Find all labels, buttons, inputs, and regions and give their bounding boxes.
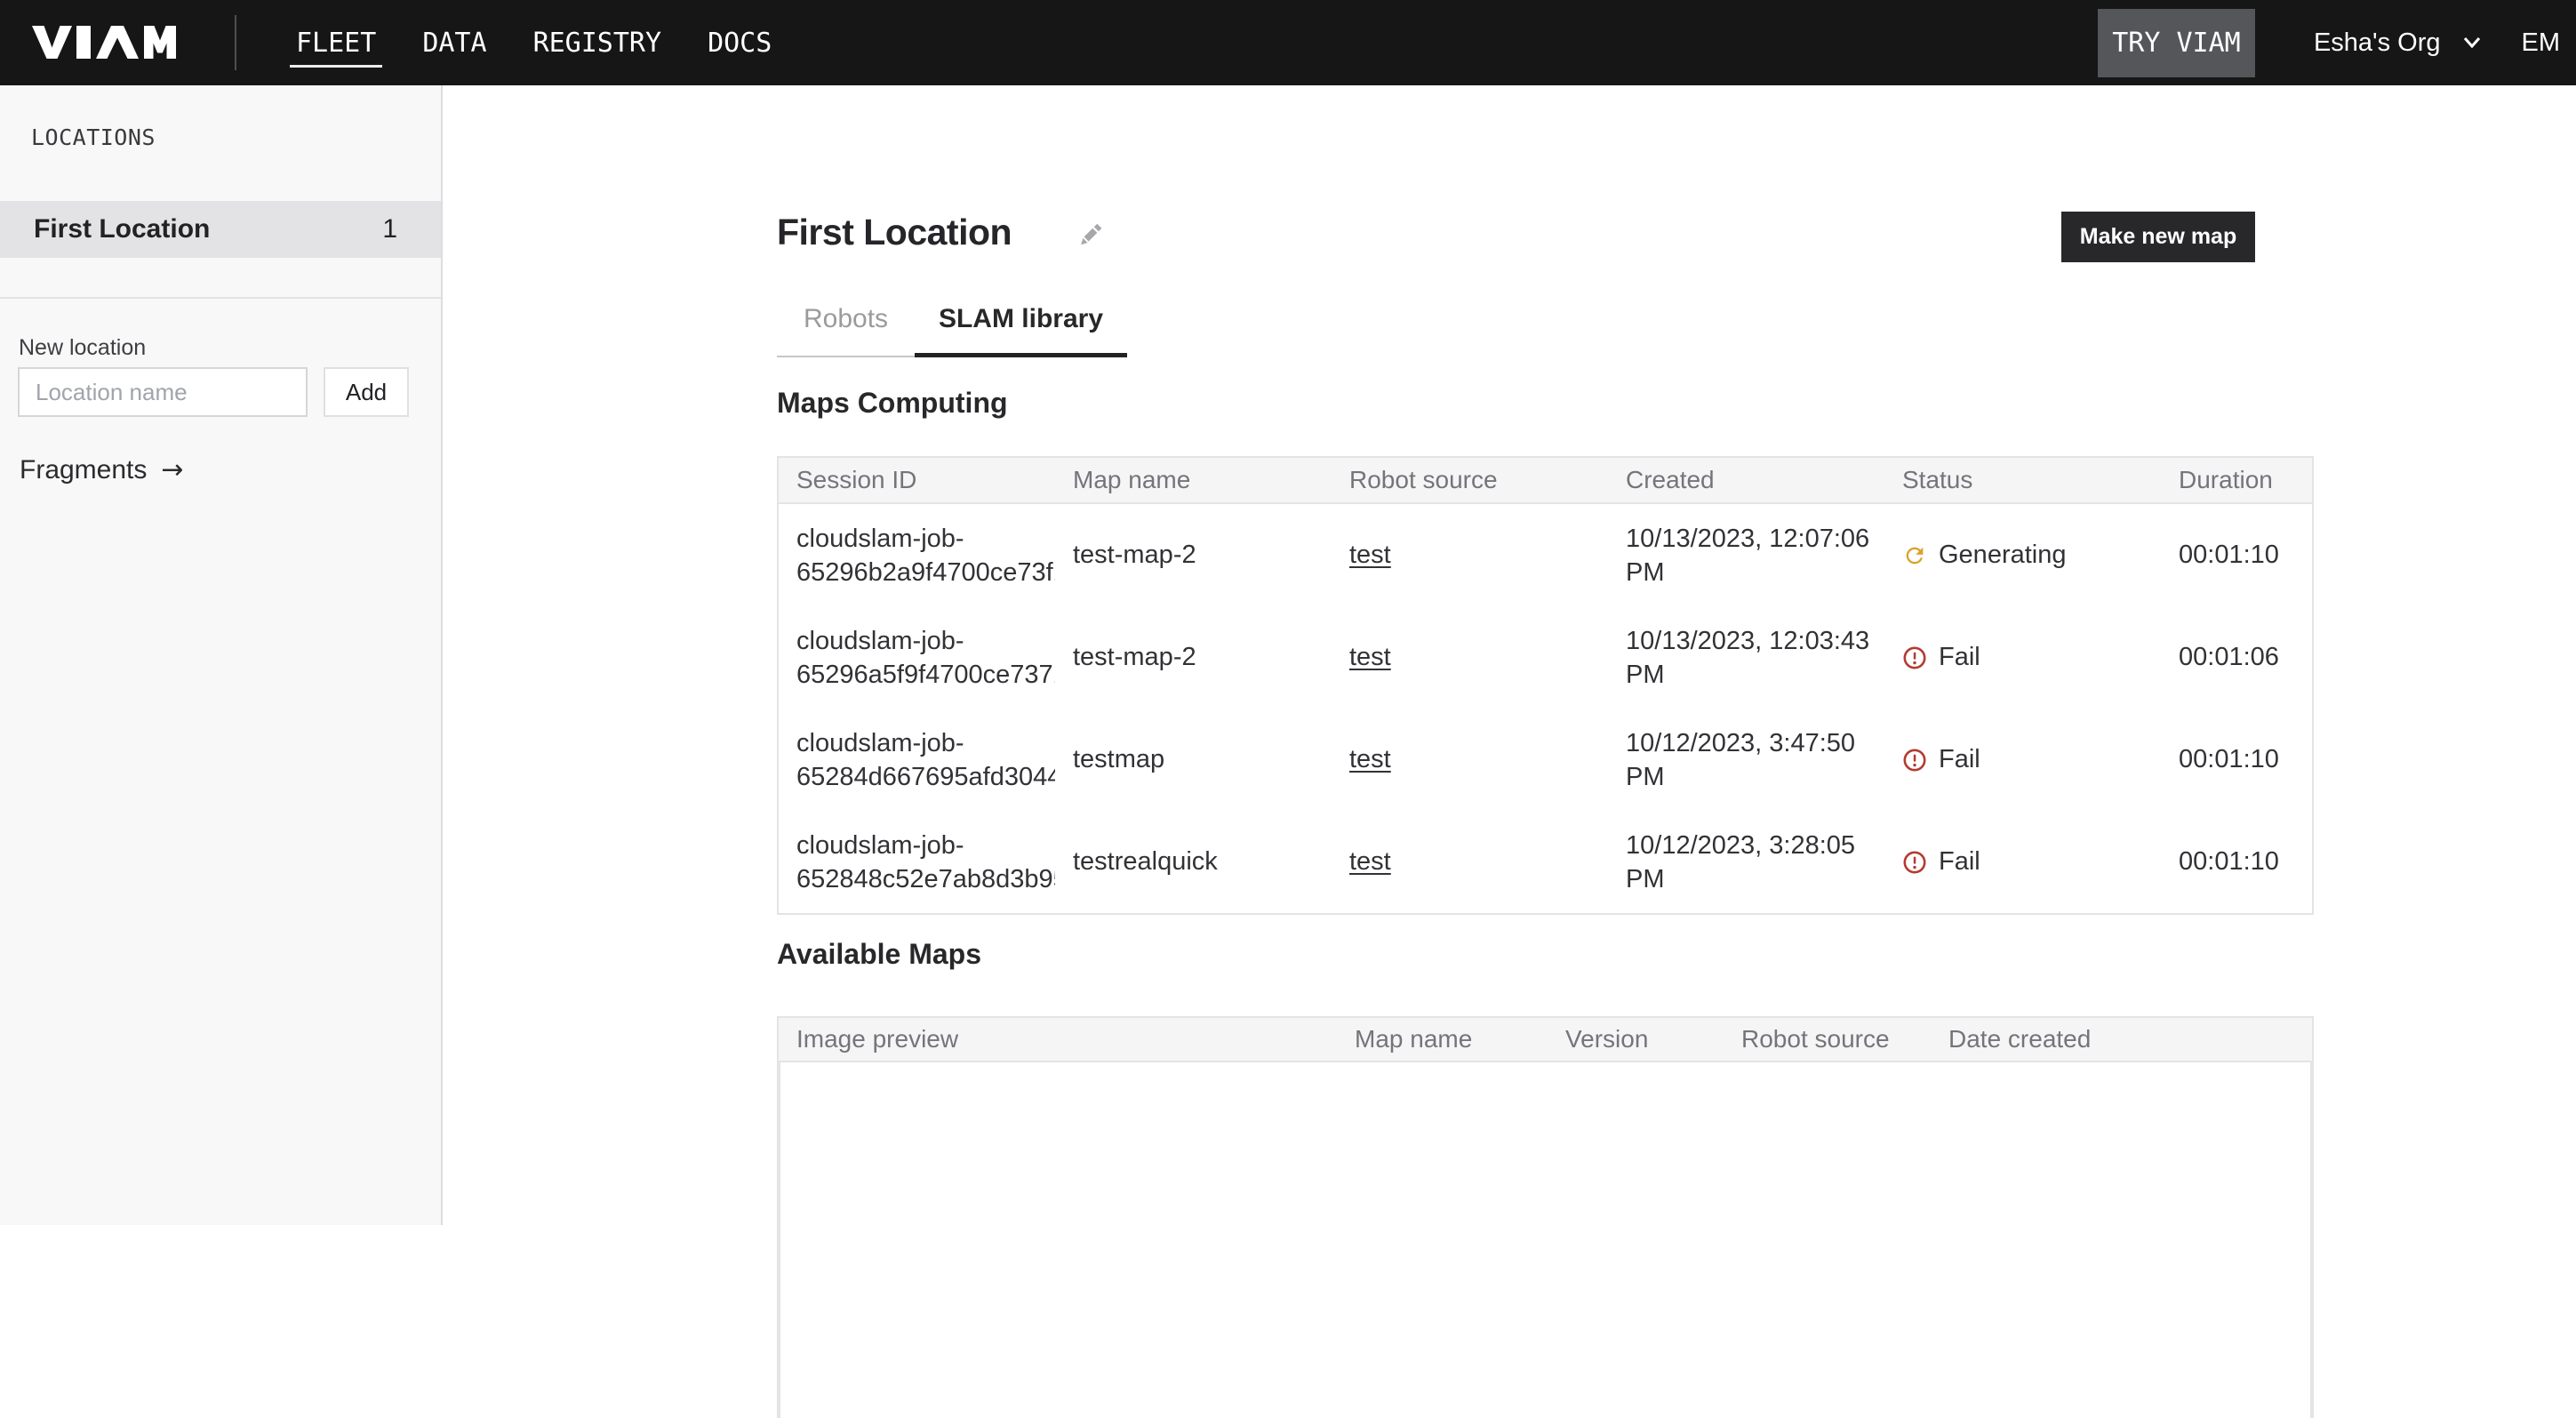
cell-created: 10/12/2023, 3:47:50 PM: [1608, 726, 1884, 794]
make-new-map-button[interactable]: Make new map: [2061, 212, 2255, 262]
viam-logo[interactable]: [32, 26, 176, 60]
main-panel: First Location Make new map Robots SLAM …: [443, 85, 2576, 1225]
cell-status: Fail: [1884, 643, 2161, 672]
new-location-form: Add: [18, 367, 441, 417]
col-duration: Duration: [2161, 466, 2312, 494]
sidebar-item-first-location[interactable]: First Location 1: [0, 201, 441, 258]
cell-created: 10/13/2023, 12:03:43 PM: [1608, 624, 1884, 692]
cell-session-id: cloudslam-job-652848c52e7ab8d3b95ebf7a: [779, 829, 1055, 896]
status-label: Fail: [1939, 643, 1980, 672]
status-label: Fail: [1939, 847, 1980, 877]
fragments-label: Fragments: [20, 455, 147, 485]
cell-status: Fail: [1884, 745, 2161, 774]
cell-status: Fail: [1884, 847, 2161, 877]
location-tabs: Robots SLAM library: [777, 304, 2314, 357]
location-name-input[interactable]: [18, 367, 308, 417]
cell-map-name: testrealquick: [1055, 847, 1332, 877]
nav-docs[interactable]: DOCS: [708, 0, 772, 85]
fail-alert-icon: [1902, 748, 1927, 773]
nav-fleet[interactable]: FLEET: [296, 0, 376, 85]
robot-source-link[interactable]: test: [1349, 745, 1391, 773]
maps-computing-table: Session ID Map name Robot source Created…: [777, 456, 2314, 915]
user-avatar-initials[interactable]: EM: [2522, 28, 2561, 58]
arrow-right-icon: →: [161, 454, 183, 485]
nav-registry[interactable]: REGISTRY: [533, 0, 662, 85]
status-label: Fail: [1939, 745, 1980, 774]
robot-source-link[interactable]: test: [1349, 643, 1391, 671]
org-switcher[interactable]: Esha's Org: [2314, 28, 2481, 58]
location-name: First Location: [34, 214, 210, 244]
sidebar-divider: [0, 297, 441, 299]
status-label: Generating: [1939, 541, 2067, 570]
table-row: cloudslam-job-65296a5f9f4700ce7371e10a t…: [779, 606, 2312, 709]
edit-location-name-icon[interactable]: [1079, 220, 1102, 245]
top-header-bar: FLEET DATA REGISTRY DOCS TRY VIAM Esha's…: [0, 0, 2576, 85]
col-date-created: Date created: [1931, 1025, 2312, 1053]
col-robot-source: Robot source: [1724, 1025, 1931, 1053]
fragments-link[interactable]: Fragments →: [20, 454, 441, 485]
cell-created: 10/12/2023, 3:28:05 PM: [1608, 829, 1884, 896]
page-title-row: First Location Make new map: [777, 204, 2314, 260]
cell-session-id: cloudslam-job-65296a5f9f4700ce7371e10a: [779, 624, 1055, 692]
maps-computing-heading: Maps Computing: [777, 387, 2314, 420]
col-map-name: Map name: [1055, 466, 1332, 494]
page-title: First Location: [777, 212, 1012, 253]
available-maps-empty-body: [779, 1062, 2312, 1418]
new-location-label: New location: [19, 335, 441, 361]
org-name: Esha's Org: [2314, 28, 2441, 58]
cell-created: 10/13/2023, 12:07:06 PM: [1608, 522, 1884, 589]
cell-status: Generating: [1884, 541, 2161, 570]
locations-section-label: LOCATIONS: [31, 124, 441, 150]
cell-session-id: cloudslam-job-65296b2a9f4700ce73f1e10b: [779, 522, 1055, 589]
cell-map-name: test-map-2: [1055, 643, 1332, 672]
chevron-down-icon: [2463, 36, 2481, 49]
table-row: cloudslam-job-652848c52e7ab8d3b95ebf7a t…: [779, 811, 2312, 913]
fail-alert-icon: [1902, 645, 1927, 670]
cell-session-id: cloudslam-job-65284d667695afd30441f5e8: [779, 726, 1055, 794]
table-row: cloudslam-job-65284d667695afd30441f5e8 t…: [779, 709, 2312, 811]
nav-data[interactable]: DATA: [422, 0, 486, 85]
locations-sidebar: LOCATIONS First Location 1 New location …: [0, 85, 443, 1225]
available-maps-table: Image preview Map name Version Robot sou…: [777, 1016, 2314, 1418]
maps-computing-table-header: Session ID Map name Robot source Created…: [779, 458, 2312, 504]
col-created: Created: [1608, 466, 1884, 494]
try-viam-button[interactable]: TRY VIAM: [2098, 9, 2255, 77]
available-maps-table-header: Image preview Map name Version Robot sou…: [779, 1018, 2312, 1062]
col-status: Status: [1884, 466, 2161, 494]
add-location-button[interactable]: Add: [324, 367, 409, 417]
cell-map-name: testmap: [1055, 745, 1332, 774]
primary-nav: FLEET DATA REGISTRY DOCS: [296, 0, 772, 85]
fail-alert-icon: [1902, 850, 1927, 875]
col-robot-source: Robot source: [1332, 466, 1608, 494]
cell-map-name: test-map-2: [1055, 541, 1332, 570]
cell-duration: 00:01:10: [2161, 541, 2312, 570]
cell-duration: 00:01:10: [2161, 847, 2312, 877]
topbar-divider: [235, 15, 236, 70]
cell-duration: 00:01:06: [2161, 643, 2312, 672]
generating-spinner-icon: [1902, 543, 1927, 568]
available-maps-heading: Available Maps: [777, 938, 2314, 971]
col-version: Version: [1548, 1025, 1724, 1053]
col-session-id: Session ID: [779, 466, 1055, 494]
cell-duration: 00:01:10: [2161, 745, 2312, 774]
location-robot-count: 1: [382, 214, 397, 244]
tab-robots[interactable]: Robots: [777, 304, 915, 357]
table-row: cloudslam-job-65296b2a9f4700ce73f1e10b t…: [779, 504, 2312, 606]
col-map-name: Map name: [1337, 1025, 1548, 1053]
robot-source-link[interactable]: test: [1349, 847, 1391, 876]
col-image-preview: Image preview: [779, 1025, 1337, 1053]
tab-slam-library[interactable]: SLAM library: [915, 304, 1127, 357]
robot-source-link[interactable]: test: [1349, 541, 1391, 569]
